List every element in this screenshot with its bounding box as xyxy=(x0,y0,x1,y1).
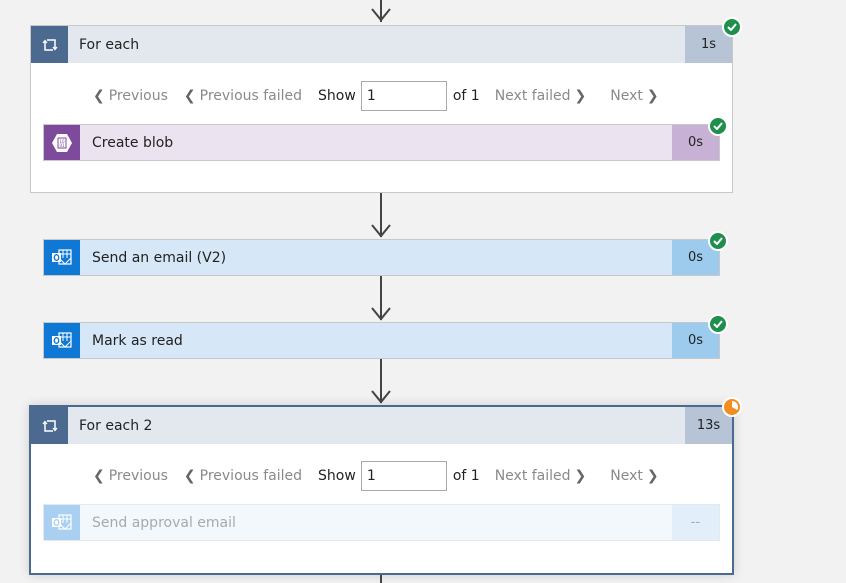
iteration-total: of 1 xyxy=(452,468,480,484)
step-title: Mark as read xyxy=(92,332,183,349)
previous-label: Previous xyxy=(108,88,168,104)
step-title: Send approval email xyxy=(92,514,236,531)
arrow-down-icon xyxy=(371,8,391,22)
previous-failed-label: Previous failed xyxy=(199,468,303,484)
success-check-icon xyxy=(722,17,742,37)
next-failed-button[interactable]: Next failed ❯ xyxy=(495,468,587,484)
previous-failed-label: Previous failed xyxy=(199,88,303,104)
success-check-icon xyxy=(708,314,728,334)
send-email-action[interactable]: Send an email (V2) 0s xyxy=(43,239,720,276)
next-label: Next xyxy=(610,88,643,104)
outlook-icon xyxy=(44,505,80,540)
arrow-down-icon xyxy=(371,307,391,321)
step-title: For each 2 xyxy=(79,417,153,434)
chevron-left-icon: ❮ xyxy=(183,88,196,104)
iteration-input[interactable] xyxy=(360,461,447,491)
for-each-2-header[interactable]: For each 2 13s xyxy=(31,407,732,444)
success-check-icon xyxy=(708,231,728,251)
success-check-icon xyxy=(708,116,728,136)
for-each-header[interactable]: For each 1s xyxy=(31,26,732,63)
step-title: For each xyxy=(79,36,140,53)
running-status-icon xyxy=(722,397,742,417)
for-each-2-scope[interactable]: For each 2 13s ❮ Previous ❮ Previous faile… xyxy=(29,405,734,575)
previous-failed-button[interactable]: ❮ Previous failed xyxy=(184,468,302,484)
chevron-left-icon: ❮ xyxy=(93,468,105,484)
previous-button[interactable]: ❮ Previous xyxy=(93,468,168,484)
arrow-down-icon xyxy=(371,390,391,404)
chevron-right-icon: ❯ xyxy=(574,88,587,104)
previous-button[interactable]: ❮ Previous xyxy=(93,88,168,104)
connector-line xyxy=(380,575,382,583)
chevron-left-icon: ❮ xyxy=(93,88,105,104)
for-each-scope[interactable]: For each 1s ❮ Previous ❮ Previous failed S… xyxy=(30,25,733,193)
iteration-pager: ❮Previous ❮Previous failed Show of 1 Nex… xyxy=(93,81,659,111)
step-title: Send an email (V2) xyxy=(92,249,227,266)
chevron-right-icon: ❯ xyxy=(574,468,587,484)
mark-as-read-action[interactable]: Mark as read 0s xyxy=(43,322,720,359)
next-label: Next xyxy=(610,468,643,484)
outlook-icon xyxy=(44,240,80,275)
previous-label: Previous xyxy=(108,468,168,484)
arrow-down-icon xyxy=(371,224,391,238)
loop-icon xyxy=(31,407,68,444)
show-label: Show xyxy=(318,88,356,104)
send-approval-email-action[interactable]: Send approval email -- xyxy=(43,504,720,541)
next-failed-label: Next failed xyxy=(494,88,571,104)
next-failed-button[interactable]: Next failed ❯ xyxy=(495,88,587,104)
chevron-left-icon: ❮ xyxy=(183,468,196,484)
next-button[interactable]: Next ❯ xyxy=(610,468,658,484)
chevron-right-icon: ❯ xyxy=(646,468,659,484)
logic-app-run-canvas: For each 1s ❮ Previous ❮ Previous failed S… xyxy=(0,0,846,583)
step-title: Create blob xyxy=(92,134,174,151)
svg-text:01: 01 xyxy=(59,143,65,148)
azure-blob-icon: 10 01 xyxy=(44,125,80,160)
chevron-right-icon: ❯ xyxy=(646,88,659,104)
previous-failed-button[interactable]: ❮ Previous failed xyxy=(184,88,302,104)
iteration-total: of 1 xyxy=(452,88,480,104)
next-failed-label: Next failed xyxy=(494,468,571,484)
iteration-pager: ❮Previous ❮Previous failed Show of 1 Nex… xyxy=(93,461,659,491)
loop-icon xyxy=(31,26,68,63)
outlook-icon xyxy=(44,323,80,358)
step-duration: -- xyxy=(672,505,719,540)
next-button[interactable]: Next ❯ xyxy=(610,88,658,104)
show-label: Show xyxy=(318,468,356,484)
iteration-input[interactable] xyxy=(360,81,447,111)
create-blob-action[interactable]: 10 01 Create blob 0s xyxy=(43,124,720,161)
